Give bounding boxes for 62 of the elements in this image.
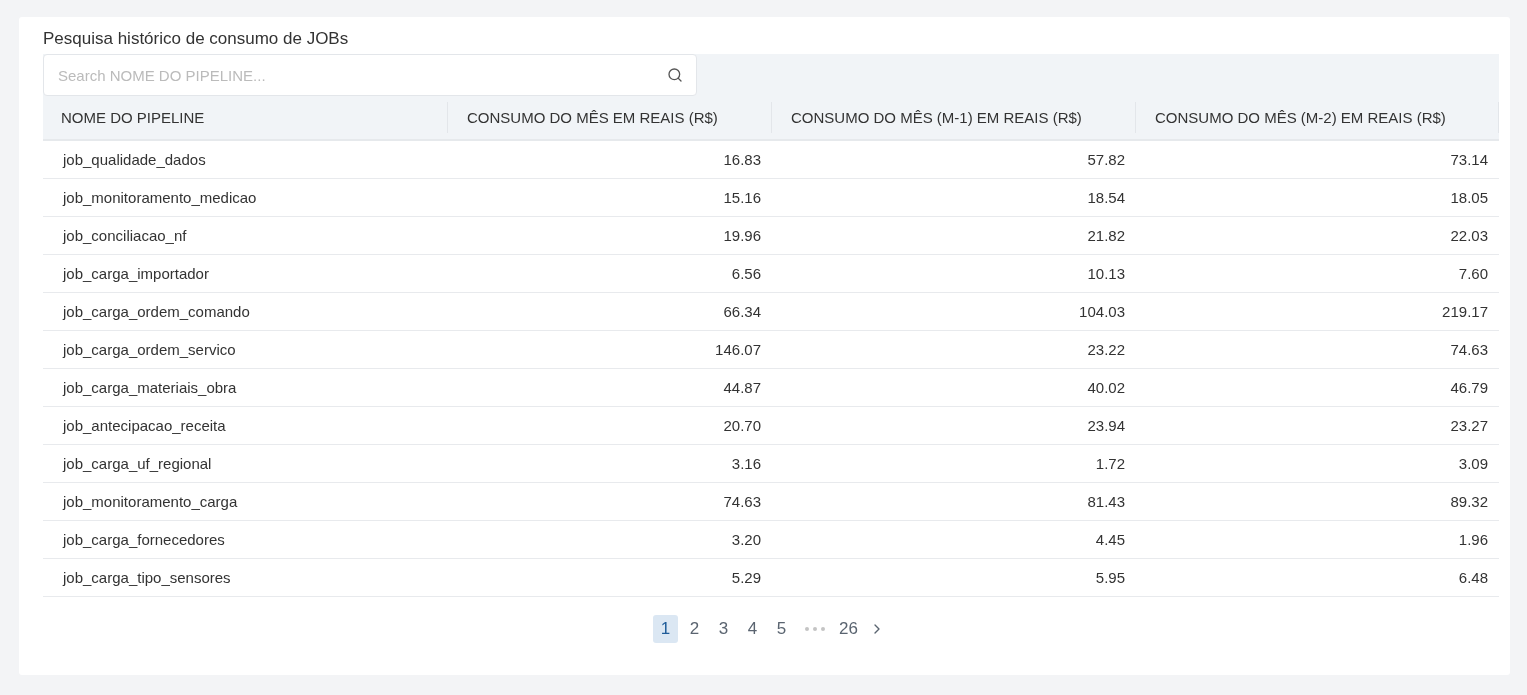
table-cell-text: 4.45 bbox=[1094, 531, 1126, 548]
table-cell-text: 19.96 bbox=[722, 227, 762, 244]
page-button[interactable]: 1 bbox=[653, 615, 678, 643]
table-cell-text: 66.34 bbox=[722, 303, 762, 320]
table-cell-text: 74.63 bbox=[1449, 341, 1489, 358]
page-button[interactable]: 4 bbox=[740, 615, 765, 643]
table-cell-text: job_antecipacao_receita bbox=[61, 417, 227, 434]
table-cell-text: job_carga_ordem_servico bbox=[61, 341, 237, 358]
column-header: CONSUMO DO MÊS EM REAIS (R$) bbox=[448, 102, 772, 133]
page-button[interactable]: 2 bbox=[682, 615, 707, 643]
table-cell-text: 146.07 bbox=[714, 341, 762, 358]
table-cell-text: 7.60 bbox=[1457, 265, 1489, 282]
ellipsis-icon bbox=[804, 626, 826, 632]
table-cell-text: 44.87 bbox=[722, 379, 762, 396]
table-cell-text: 3.16 bbox=[730, 455, 762, 472]
table-cell-text: 21.82 bbox=[1086, 227, 1126, 244]
table-cell-text: 1.96 bbox=[1457, 531, 1489, 548]
page-button[interactable]: 26 bbox=[836, 615, 861, 643]
table-cell-text: job_monitoramento_carga bbox=[61, 493, 239, 510]
table-cell-text: 81.43 bbox=[1086, 493, 1126, 510]
search-icon bbox=[667, 67, 683, 83]
table-cell-text: 3.20 bbox=[730, 531, 762, 548]
table-cell-text: 219.17 bbox=[1441, 303, 1489, 320]
table-cell-text: job_carga_importador bbox=[61, 265, 210, 282]
page-button[interactable]: 3 bbox=[711, 615, 736, 643]
table-cell-text: 73.14 bbox=[1449, 151, 1489, 168]
table-cell-text: 16.83 bbox=[722, 151, 762, 168]
search-field[interactable]: Search NOME DO PIPELINE... bbox=[43, 54, 697, 96]
table-cell-text: 104.03 bbox=[1078, 303, 1126, 320]
page-button[interactable]: 5 bbox=[769, 615, 794, 643]
table-cell-text: 40.02 bbox=[1086, 379, 1126, 396]
table-cell-text: job_carga_uf_regional bbox=[61, 455, 213, 472]
table-cell-text: 5.95 bbox=[1094, 569, 1126, 586]
column-header: NOME DO PIPELINE bbox=[43, 102, 448, 133]
column-header: CONSUMO DO MÊS (M-2) EM REAIS (R$) bbox=[1136, 102, 1499, 133]
table-cell-text: 22.03 bbox=[1449, 227, 1489, 244]
table-cell-text: 6.48 bbox=[1457, 569, 1489, 586]
table-cell-text: 10.13 bbox=[1086, 265, 1126, 282]
table-cell-text: job_qualidade_dados bbox=[61, 151, 207, 168]
table-cell-text: job_monitoramento_medicao bbox=[61, 189, 258, 206]
table-cell-text: 1.72 bbox=[1094, 455, 1126, 472]
table-cell-text: 18.05 bbox=[1449, 189, 1489, 206]
table-cell-text: 18.54 bbox=[1086, 189, 1126, 206]
panel-title: Pesquisa histórico de consumo de JOBs bbox=[43, 29, 350, 49]
table-cell-text: 57.82 bbox=[1086, 151, 1126, 168]
column-header: CONSUMO DO MÊS (M-1) EM REAIS (R$) bbox=[772, 102, 1136, 133]
table-cell-text: 23.22 bbox=[1086, 341, 1126, 358]
table-cell-text: 5.29 bbox=[730, 569, 762, 586]
table-cell-text: job_carga_fornecedores bbox=[61, 531, 226, 548]
table-cell-text: job_carga_ordem_comando bbox=[61, 303, 251, 320]
table-cell-text: 89.32 bbox=[1449, 493, 1489, 510]
table-cell-text: 20.70 bbox=[722, 417, 762, 434]
table-cell-text: 23.27 bbox=[1449, 417, 1489, 434]
table-cell-text: job_carga_tipo_sensores bbox=[61, 569, 232, 586]
table-cell-text: 46.79 bbox=[1449, 379, 1489, 396]
table-cell-text: 3.09 bbox=[1457, 455, 1489, 472]
table-cell-text: job_conciliacao_nf bbox=[61, 227, 188, 244]
table-cell-text: 23.94 bbox=[1086, 417, 1126, 434]
table-cell-text: job_carga_materiais_obra bbox=[61, 379, 238, 396]
table-cell-text: 6.56 bbox=[730, 265, 762, 282]
table-cell-text: 15.16 bbox=[722, 189, 762, 206]
table-cell-text: 74.63 bbox=[722, 493, 762, 510]
